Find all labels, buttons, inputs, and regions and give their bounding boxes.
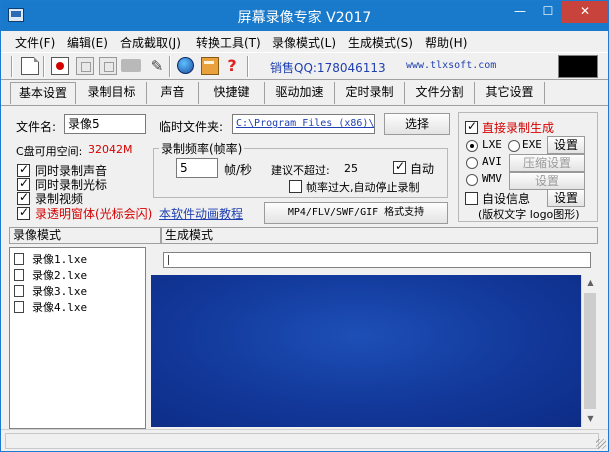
menu-edit[interactable]: 编辑(E) — [67, 34, 108, 51]
radio-lxe-label: LXE — [482, 138, 502, 151]
menu-generate-mode[interactable]: 生成模式(S) — [348, 34, 413, 51]
disk-space-value: 32042M — [88, 143, 133, 156]
scroll-up-icon[interactable]: ▲ — [582, 275, 599, 291]
pause-icon[interactable] — [76, 57, 94, 75]
tutorial-link[interactable]: 本软件动画教程 — [159, 205, 243, 222]
tab-scheduled-record[interactable]: 定时录制 — [335, 82, 405, 104]
tempdir-input[interactable]: C:\Program Files (x86)\ — [232, 114, 375, 134]
status-cell — [5, 433, 599, 449]
toolbar: ✎ ? 销售QQ:178046113 www.tlxsoft.com — [1, 52, 608, 80]
website-link[interactable]: www.tlxsoft.com — [406, 60, 496, 71]
recording-file-list[interactable]: 录像1.lxe 录像2.lxe 录像3.lxe 录像4.lxe — [9, 247, 146, 429]
scroll-thumb[interactable] — [584, 293, 596, 409]
help-icon[interactable]: ? — [223, 57, 241, 75]
new-icon[interactable] — [21, 57, 39, 75]
radio-exe[interactable] — [508, 140, 520, 152]
radio-wmv-label: WMV — [482, 172, 502, 185]
settings-tabs: 基本设置 录制目标 声音 快捷键 驱动加速 定时录制 文件分割 其它设置 — [1, 81, 608, 105]
tempdir-label: 临时文件夹: — [159, 120, 224, 134]
preview-scrollbar[interactable]: ▲ ▼ — [581, 275, 598, 427]
toolbar-separator — [247, 56, 249, 77]
menu-compose[interactable]: 合成截取(J) — [120, 34, 181, 51]
globe-icon[interactable] — [177, 57, 194, 74]
video-preview — [151, 275, 581, 427]
framerate-unit: 帧/秒 — [224, 163, 253, 177]
record-icon[interactable] — [51, 57, 69, 75]
checkbox-auto-stop[interactable] — [289, 180, 302, 193]
checkbox-record-video[interactable] — [17, 190, 30, 205]
select-folder-button[interactable]: 选择 — [384, 113, 450, 135]
pen-icon[interactable]: ✎ — [148, 57, 166, 75]
scroll-down-icon[interactable]: ▼ — [582, 411, 599, 427]
disk-space-label: C盘可用空间: — [16, 145, 83, 158]
checkbox-direct-generate[interactable] — [465, 119, 478, 134]
tab-basic-settings[interactable]: 基本设置 — [10, 82, 76, 104]
maximize-button[interactable]: ☐ — [534, 1, 562, 23]
menu-record-mode[interactable]: 录像模式(L) — [272, 34, 336, 51]
status-bar — [1, 429, 608, 451]
suggest-value: 25 — [344, 162, 358, 175]
custom-info-settings-button[interactable]: 设置 — [547, 189, 585, 207]
minimize-button[interactable]: — — [506, 1, 534, 23]
radio-lxe[interactable] — [466, 140, 478, 152]
toolbar-separator — [11, 56, 13, 77]
title-bar[interactable]: 屏幕录像专家 V2017 — ☐ ✕ — [1, 1, 608, 31]
framerate-group-title: 录制频率(帧率) — [159, 140, 245, 157]
menu-convert-tools[interactable]: 转换工具(T) — [196, 34, 261, 51]
copyright-note: (版权文字 logo图形) — [478, 208, 580, 221]
custom-info-label: 自设信息 — [482, 192, 531, 206]
filename-input[interactable]: 录像5 — [64, 114, 146, 134]
checkbox-transparent-window[interactable] — [17, 205, 30, 220]
checkbox-custom-info[interactable] — [465, 192, 478, 205]
file-icon — [14, 253, 24, 265]
package-icon[interactable] — [201, 57, 219, 75]
compress-settings-button[interactable]: 压缩设置 — [509, 154, 585, 172]
direct-generate-label: 直接录制生成 — [482, 121, 555, 135]
checkbox-transparent-window-label: 录透明窗体(光标会闪) — [35, 207, 153, 221]
radio-avi[interactable] — [466, 157, 478, 169]
basic-settings-panel: 文件名: 录像5 临时文件夹: C:\Program Files (x86)\ … — [1, 105, 608, 227]
format-support-button[interactable]: MP4/FLV/SWF/GIF 格式支持 — [264, 202, 448, 224]
tab-file-split[interactable]: 文件分割 — [405, 82, 475, 104]
menu-file[interactable]: 文件(F) — [15, 34, 55, 51]
file-name: 录像1.lxe — [32, 253, 88, 266]
tab-record-target[interactable]: 录制目标 — [77, 82, 147, 104]
record-mode-header[interactable]: 录像模式 — [9, 227, 161, 244]
tab-driver-acceleration[interactable]: 驱动加速 — [265, 82, 335, 104]
menu-help[interactable]: 帮助(H) — [425, 34, 467, 51]
filename-label: 文件名: — [16, 120, 57, 134]
tab-sound[interactable]: 声音 — [147, 82, 199, 104]
file-name: 录像4.lxe — [32, 301, 88, 314]
file-icon — [14, 269, 24, 281]
close-button[interactable]: ✕ — [562, 1, 608, 23]
toolbar-separator — [169, 56, 171, 77]
radio-wmv[interactable] — [466, 174, 478, 186]
checkbox-auto-framerate[interactable] — [393, 159, 406, 174]
wmv-settings-button[interactable]: 设置 — [509, 172, 585, 190]
suggest-label: 建议不超过: — [271, 164, 330, 177]
camera-icon[interactable] — [121, 59, 141, 72]
generate-settings-button[interactable]: 设置 — [547, 136, 585, 154]
generate-mode-header[interactable]: 生成模式 — [161, 227, 598, 244]
auto-framerate-label: 自动 — [410, 162, 435, 176]
menu-bar: 文件(F) 编辑(E) 合成截取(J) 转换工具(T) 录像模式(L) 生成模式… — [1, 31, 608, 52]
file-name: 录像3.lxe — [32, 285, 88, 298]
preview-thumbnail — [558, 55, 598, 78]
stop-icon[interactable] — [99, 57, 117, 75]
sales-qq: 销售QQ:178046113 — [270, 61, 386, 75]
timeline-marker — [168, 255, 169, 265]
file-icon — [14, 285, 24, 297]
tab-other-settings[interactable]: 其它设置 — [475, 82, 545, 104]
framerate-input[interactable]: 5 — [176, 158, 218, 178]
tab-hotkeys[interactable]: 快捷键 — [199, 82, 265, 104]
timeline-ruler[interactable] — [163, 252, 591, 268]
app-window: 屏幕录像专家 V2017 — ☐ ✕ 文件(F) 编辑(E) 合成截取(J) 转… — [0, 0, 609, 452]
auto-stop-label: 帧率过大,自动停止录制 — [306, 181, 420, 194]
toolbar-separator — [43, 56, 45, 77]
file-icon — [14, 301, 24, 313]
radio-exe-label: EXE — [522, 138, 542, 151]
resize-grip-icon[interactable] — [596, 439, 606, 449]
radio-avi-label: AVI — [482, 155, 502, 168]
file-name: 录像2.lxe — [32, 269, 88, 282]
